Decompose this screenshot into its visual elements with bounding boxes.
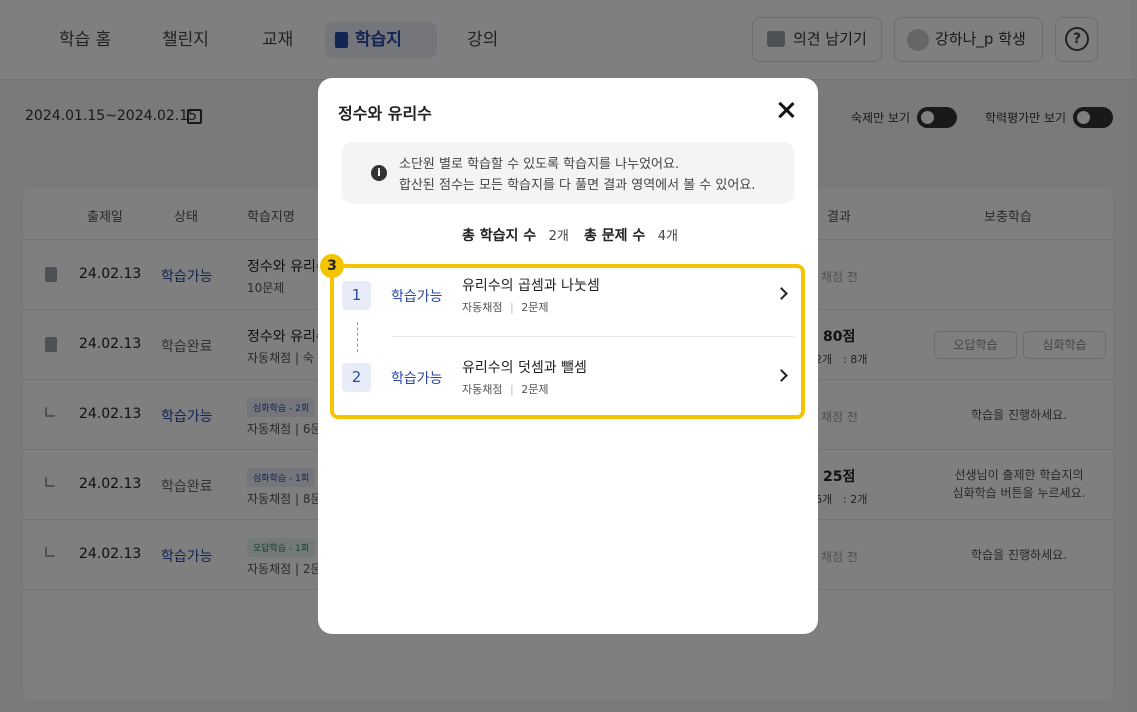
sheet-status: 학습가능 xyxy=(391,289,443,305)
sheet-meta: 자동채점 | 2문제 xyxy=(462,381,548,397)
sheet-grading: 자동채점 xyxy=(462,301,503,314)
sheet-status: 학습가능 xyxy=(391,371,443,387)
sheet-count: 2문제 xyxy=(521,383,549,396)
meta-separator: | xyxy=(509,301,514,314)
info-box: i 소단원 별로 학습할 수 있도록 학습지를 나누었어요. 합산된 점수는 모… xyxy=(342,142,794,204)
modal-title: 정수와 유리수 xyxy=(338,104,432,123)
sheet-title: 유리수의 덧셈과 뺄셈 xyxy=(462,360,587,376)
total-questions: 총 문제 수 4개 xyxy=(584,225,678,245)
sheet-item-2[interactable]: 2 학습가능 유리수의 덧셈과 뺄셈 자동채점 | 2문제 xyxy=(334,346,801,412)
total-questions-label: 총 문제 수 xyxy=(584,228,646,244)
scrollbar[interactable] xyxy=(1131,0,1137,712)
chevron-right-icon[interactable] xyxy=(775,369,788,382)
total-sheets: 총 학습지 수 2개 xyxy=(462,225,569,245)
sheet-grading: 자동채점 xyxy=(462,383,503,396)
sheet-number: 1 xyxy=(342,281,371,310)
sheet-number: 2 xyxy=(342,363,371,392)
sheet-item-1[interactable]: 1 학습가능 유리수의 곱셈과 나눗셈 자동채점 | 2문제 xyxy=(334,264,801,330)
info-line-1: 소단원 별로 학습할 수 있도록 학습지를 나누었어요. xyxy=(399,157,680,172)
info-line-2: 합산된 점수는 모든 학습지를 다 풀면 결과 영역에서 볼 수 있어요. xyxy=(399,178,756,193)
total-sheets-value: 2개 xyxy=(548,229,569,244)
sheet-title: 유리수의 곱셈과 나눗셈 xyxy=(462,278,600,294)
total-questions-value: 4개 xyxy=(657,229,678,244)
sheet-meta: 자동채점 | 2문제 xyxy=(462,299,548,315)
total-sheets-label: 총 학습지 수 xyxy=(462,228,537,244)
item-divider xyxy=(392,336,794,337)
worksheet-split-modal: 정수와 유리수 i 소단원 별로 학습할 수 있도록 학습지를 나누었어요. 합… xyxy=(318,78,818,634)
info-icon: i xyxy=(371,165,387,181)
chevron-right-icon[interactable] xyxy=(775,287,788,300)
meta-separator: | xyxy=(509,383,514,396)
close-icon[interactable] xyxy=(774,98,798,122)
sheet-count: 2문제 xyxy=(521,301,549,314)
